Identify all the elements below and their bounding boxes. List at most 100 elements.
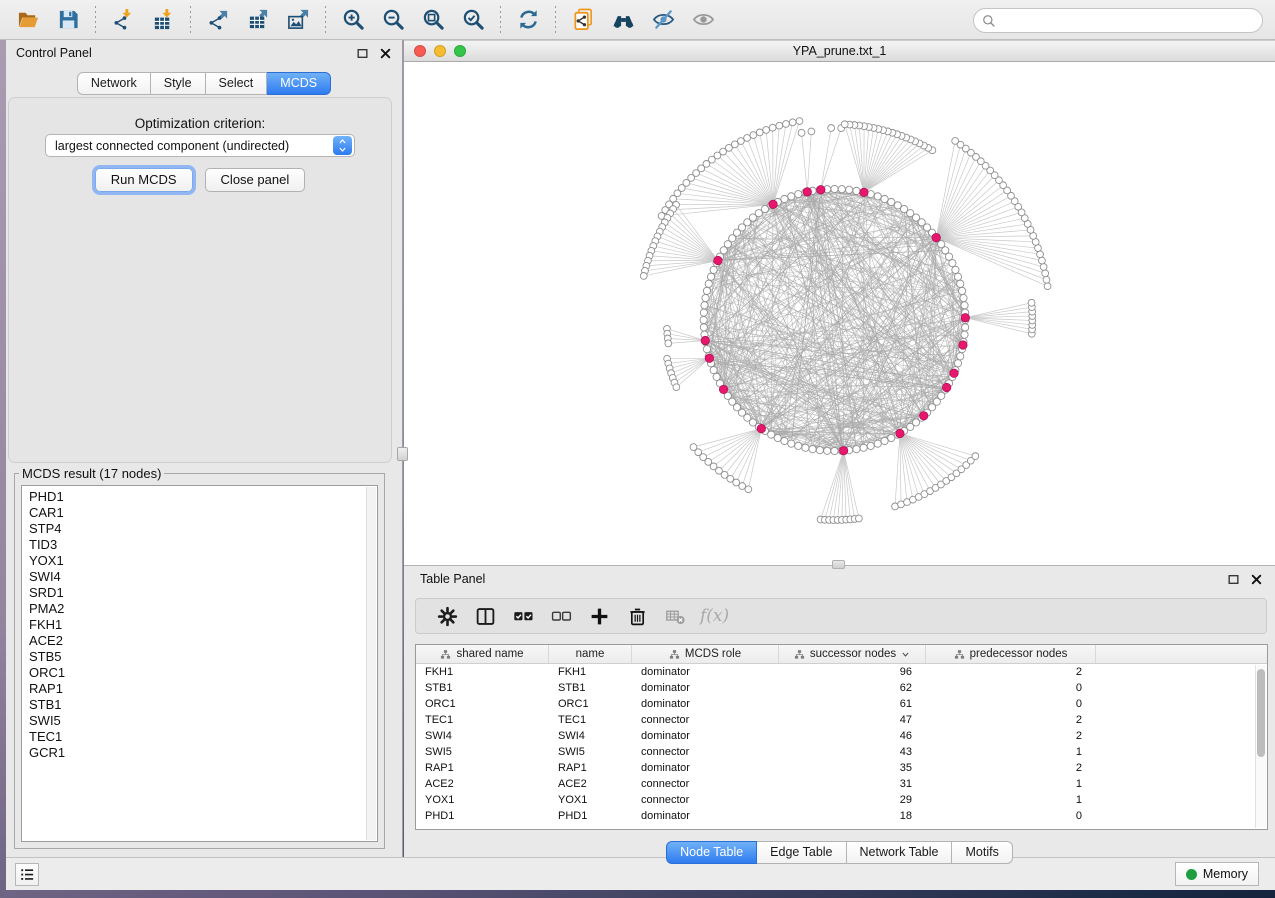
delete-column-icon[interactable] [618,601,656,631]
graph-node[interactable] [703,346,710,353]
mcds-node-item[interactable]: ORC1 [29,665,377,681]
graph-node[interactable] [888,198,895,205]
refresh-icon[interactable] [508,4,548,36]
table-row[interactable]: SWI5SWI5connector431 [416,744,1267,760]
graph-node[interactable] [954,360,961,367]
graph-leaf-node[interactable] [841,121,848,128]
graph-node[interactable] [795,442,802,449]
graph-mcds-hub-node[interactable] [705,354,713,362]
hide-selected-icon[interactable] [643,4,683,36]
graph-leaf-node[interactable] [1042,270,1049,277]
graph-node[interactable] [701,302,708,309]
tab-mcds[interactable]: MCDS [267,72,331,95]
graph-node[interactable] [874,193,881,200]
graph-leaf-node[interactable] [673,384,680,391]
graph-node[interactable] [788,193,795,200]
graph-leaf-node[interactable] [763,127,770,134]
run-mcds-button[interactable]: Run MCDS [95,168,193,192]
graph-node[interactable] [781,437,788,444]
graph-node[interactable] [795,191,802,198]
mcds-node-item[interactable]: SWI5 [29,713,377,729]
tab-style[interactable]: Style [151,72,206,95]
add-column-icon[interactable] [580,601,618,631]
graph-mcds-hub-node[interactable] [714,256,722,264]
graph-node[interactable] [700,324,707,331]
table-tab-edge-table[interactable]: Edge Table [757,841,846,864]
tab-select[interactable]: Select [206,72,268,95]
open-folder-icon[interactable] [8,4,48,36]
graph-node[interactable] [860,444,867,451]
mcds-node-item[interactable]: PMA2 [29,601,377,617]
table-tab-network-table[interactable]: Network Table [847,841,953,864]
graph-leaf-node[interactable] [1043,276,1050,283]
graph-node[interactable] [824,447,831,454]
graph-node[interactable] [781,195,788,202]
graph-mcds-hub-node[interactable] [839,446,847,454]
graph-node[interactable] [949,260,956,267]
graph-node[interactable] [700,316,707,323]
column-header-shared-name[interactable]: shared name [416,645,549,663]
export-image-icon[interactable] [278,4,318,36]
graph-node[interactable] [888,434,895,441]
graph-node[interactable] [853,187,860,194]
graph-leaf-node[interactable] [1040,264,1047,271]
table-tab-motifs[interactable]: Motifs [952,841,1012,864]
graph-mcds-hub-node[interactable] [959,341,967,349]
graph-mcds-hub-node[interactable] [757,424,765,432]
graph-leaf-node[interactable] [798,129,805,136]
table-tab-node-table[interactable]: Node Table [666,841,757,864]
graph-node[interactable] [809,446,816,453]
graph-node[interactable] [707,273,714,280]
graph-node[interactable] [952,266,959,273]
graph-mcds-hub-node[interactable] [896,429,904,437]
close-panel-button[interactable]: Close panel [205,168,306,192]
graph-node[interactable] [838,186,845,193]
graph-node[interactable] [957,280,964,287]
graph-node[interactable] [710,266,717,273]
table-scrollbar-thumb[interactable] [1257,669,1265,757]
graph-node[interactable] [703,287,710,294]
vertical-splitter-handle[interactable] [397,447,408,461]
graph-mcds-hub-node[interactable] [803,188,811,196]
graph-leaf-node[interactable] [665,340,672,347]
mcds-node-item[interactable]: STP4 [29,521,377,537]
graph-node[interactable] [846,186,853,193]
graph-node[interactable] [705,280,712,287]
export-table-icon[interactable] [238,4,278,36]
mcds-node-item[interactable]: YOX1 [29,553,377,569]
table-row[interactable]: YOX1YOX1connector291 [416,792,1267,808]
table-row[interactable]: SWI4SWI4dominator462 [416,728,1267,744]
graph-leaf-node[interactable] [952,138,959,145]
graph-mcds-hub-node[interactable] [961,314,969,322]
graph-mcds-hub-node[interactable] [701,336,709,344]
mcds-node-item[interactable]: SWI4 [29,569,377,585]
graph-node[interactable] [802,444,809,451]
graph-leaf-node[interactable] [972,453,979,460]
graph-mcds-hub-node[interactable] [719,385,727,393]
task-history-button[interactable] [15,863,39,886]
graph-leaf-node[interactable] [828,125,835,132]
zoom-fit-icon[interactable] [413,4,453,36]
graph-node[interactable] [713,373,720,380]
float-table-panel-icon[interactable] [1227,573,1240,586]
mcds-node-item[interactable]: FKH1 [29,617,377,633]
deselect-all-rows-icon[interactable] [542,601,580,631]
column-header-mcds-role[interactable]: MCDS role [632,645,779,663]
graph-mcds-hub-node[interactable] [932,233,940,241]
mcds-node-item[interactable]: STB1 [29,697,377,713]
graph-mcds-hub-node[interactable] [860,188,868,196]
save-session-icon[interactable] [48,4,88,36]
tab-network[interactable]: Network [77,72,151,95]
graph-node[interactable] [958,287,965,294]
graph-node[interactable] [961,302,968,309]
graph-node[interactable] [894,202,901,209]
graph-leaf-node[interactable] [783,121,790,128]
graph-node[interactable] [700,309,707,316]
graph-node[interactable] [831,185,838,192]
mcds-result-list[interactable]: PHD1CAR1STP4TID3YOX1SWI4SRD1PMA2FKH1ACE2… [21,485,378,842]
search-input[interactable] [996,11,1262,31]
graph-leaf-node[interactable] [769,124,776,131]
graph-node[interactable] [954,273,961,280]
mcds-node-item[interactable]: CAR1 [29,505,377,521]
graph-node[interactable] [710,367,717,374]
